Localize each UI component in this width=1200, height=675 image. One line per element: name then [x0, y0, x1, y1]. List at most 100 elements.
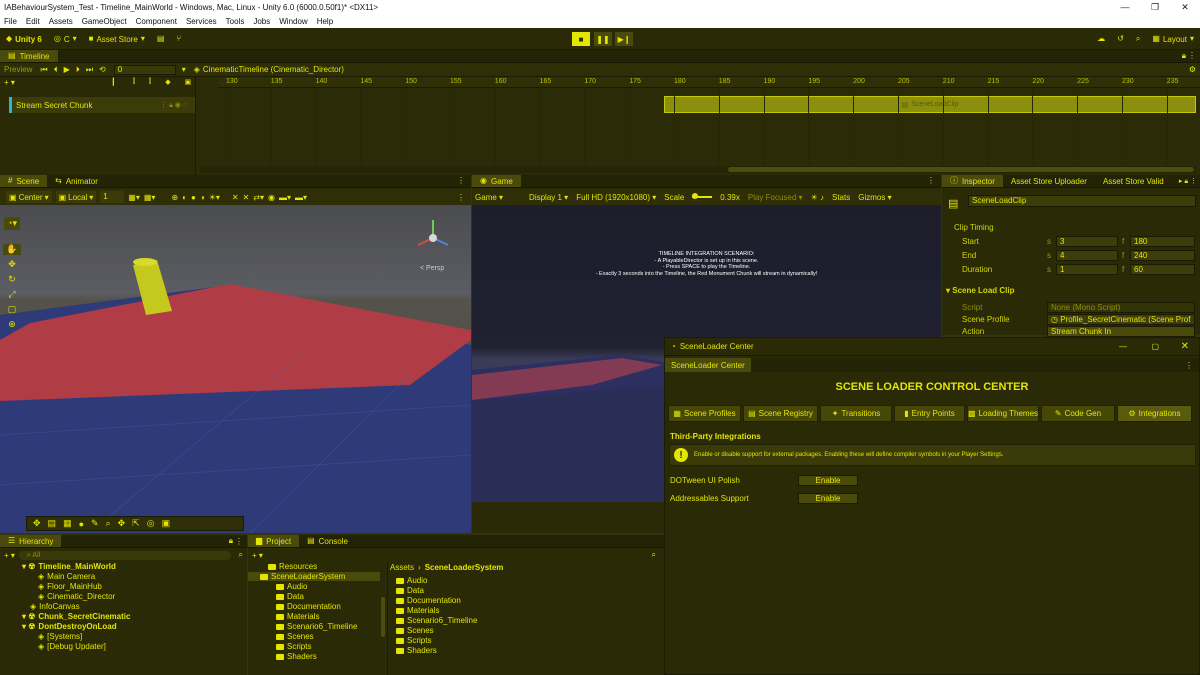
maximize-button[interactable]: ❐ — [1140, 0, 1170, 15]
effects-icon[interactable]: ☀▾ — [209, 193, 220, 202]
marker-icon[interactable]: ◆ — [165, 78, 170, 86]
director-label[interactable]: CinematicTimeline (Cinematic_Director) — [203, 65, 344, 74]
breadcrumb-current[interactable]: SceneLoaderSystem — [425, 563, 504, 572]
version-control-button[interactable]: ⑂ — [170, 28, 187, 50]
project-folder[interactable]: Shaders — [396, 646, 437, 655]
prev-frame-icon[interactable]: ⏴ — [54, 65, 58, 74]
hierarchy-item[interactable]: ◈ InfoCanvas — [30, 602, 80, 611]
snap-toggle-icon[interactable]: ▦▾ — [144, 193, 156, 202]
tree-scrollbar[interactable] — [381, 597, 385, 637]
tab-game[interactable]: ◉ Game — [472, 175, 521, 187]
project-folder[interactable]: Materials — [396, 606, 439, 615]
goto-end-icon[interactable]: ⏭ — [86, 65, 93, 74]
settings-gear-icon[interactable]: ⚙ — [1189, 65, 1196, 74]
action-dropdown[interactable]: Stream Chunk In — [1047, 326, 1195, 337]
sphere-tool-icon[interactable]: ● — [79, 519, 84, 529]
audio-mute-icon[interactable]: ✕ — [232, 193, 239, 202]
project-tree-item[interactable]: Materials — [276, 612, 319, 621]
tab-animator[interactable]: ⇆ Animator — [47, 175, 106, 187]
scene-load-clip-header[interactable]: ▾ Scene Load Clip — [946, 286, 1014, 295]
package-icon-button[interactable]: ▤ — [151, 28, 171, 50]
view-gizmo[interactable] — [410, 215, 456, 261]
tab-loading-themes[interactable]: ▩ Loading Themes — [967, 405, 1039, 422]
tab-inspector[interactable]: ⓘ Inspector — [942, 175, 1003, 187]
project-tree-item[interactable]: Resources — [268, 562, 317, 571]
tab-console[interactable]: ▤ Console — [299, 535, 356, 547]
menu-file[interactable]: File — [4, 17, 17, 26]
fx-icon[interactable]: ✕ — [243, 193, 250, 202]
draw-mode-icon[interactable]: ◐ — [182, 193, 187, 202]
project-folder[interactable]: Documentation — [396, 596, 461, 605]
frames-field[interactable]: 180 — [1130, 236, 1195, 247]
shading-icon[interactable]: ◑ — [200, 193, 205, 202]
seconds-field[interactable]: 1 — [1056, 264, 1118, 275]
menu-component[interactable]: Component — [136, 17, 177, 26]
project-folder[interactable]: Data — [396, 586, 424, 595]
tab-scene[interactable]: # Scene — [0, 175, 48, 187]
tab-integrations[interactable]: ⚙ Integrations — [1117, 405, 1192, 422]
play-focused-dropdown[interactable]: Play Focused ▾ — [748, 193, 803, 202]
undo-history-button[interactable]: ↺ — [1111, 28, 1130, 50]
project-folder[interactable]: Scenes — [396, 626, 434, 635]
seconds-field[interactable]: 4 — [1056, 250, 1118, 261]
grid-toggle-icon[interactable]: ▦▾ — [128, 193, 140, 202]
project-tree-item[interactable]: Shaders — [276, 652, 317, 661]
tab-asset-store-uploader[interactable]: Asset Store Uploader — [1003, 175, 1095, 187]
play-icon[interactable]: ▶ — [64, 65, 70, 74]
breadcrumb-assets[interactable]: Assets — [390, 563, 414, 572]
project-tree-item[interactable]: SceneLoaderSystem — [248, 572, 380, 581]
add-object-icon[interactable]: + ▾ — [4, 551, 15, 560]
hierarchy-item[interactable]: ◈ [Systems] — [38, 632, 82, 641]
timeline-scrollbar[interactable] — [200, 166, 1196, 173]
more-menu-icon[interactable]: ⋮ — [1188, 52, 1196, 60]
menu-help[interactable]: Help — [317, 17, 333, 26]
menu-jobs[interactable]: Jobs — [253, 17, 270, 26]
layout-dropdown[interactable]: ▦ Layout ▾ — [1146, 28, 1200, 50]
hierarchy-item[interactable]: ◈ [Debug Updater] — [38, 642, 106, 651]
globe-icon[interactable]: ⊕ — [171, 193, 178, 202]
seconds-field[interactable]: 3 — [1056, 236, 1118, 247]
hierarchy-search-input[interactable]: ⌕ All — [18, 550, 231, 560]
visibility-icon[interactable]: ◉ — [268, 193, 275, 202]
display-dropdown[interactable]: Display 1 ▾ — [529, 193, 568, 202]
search-icon[interactable]: ⌕ — [652, 550, 656, 560]
zoom-tool-icon[interactable]: ⌕ — [106, 518, 111, 529]
tab-timeline[interactable]: ▤ Timeline — [0, 50, 58, 62]
scale-slider[interactable] — [692, 193, 713, 199]
zoom-icon[interactable]: ▣ — [185, 78, 192, 86]
project-tree-item[interactable]: Scenario6_Timeline — [276, 622, 357, 631]
move-tool-icon[interactable]: ✥ — [8, 259, 16, 270]
object-name-field[interactable]: SceneLoadClip — [968, 195, 1196, 207]
brush-tool-icon[interactable]: ✎ — [91, 518, 99, 529]
tab-entry-points[interactable]: ▮ Entry Points — [894, 405, 965, 422]
project-tree-item[interactable]: Data — [276, 592, 304, 601]
curves-toggle-icon[interactable]: ▕▏ — [108, 78, 119, 86]
more-menu-icon[interactable]: ▸ 🔒︎ ⋮ — [1179, 177, 1197, 186]
project-tree-item[interactable]: Scripts — [276, 642, 311, 651]
rect-transform-icon[interactable]: ▢ — [8, 304, 17, 315]
custom-tool-icon[interactable]: ▣ — [162, 518, 171, 529]
gizmos-dropdown[interactable]: Gizmos ▾ — [858, 193, 891, 202]
menu-assets[interactable]: Assets — [49, 17, 73, 26]
hierarchy-scene[interactable]: ▾ ☢ Timeline_MainWorld — [22, 562, 116, 571]
rotate-tool-icon[interactable]: ◎ — [147, 518, 155, 529]
menu-window[interactable]: Window — [279, 17, 307, 26]
pause-button[interactable]: ❚❚ — [594, 32, 612, 46]
step-button[interactable]: ▶❙ — [615, 32, 633, 46]
hand-tool-icon[interactable]: ✋ — [3, 244, 21, 255]
project-tree-item[interactable]: Documentation — [276, 602, 341, 611]
menu-gameobject[interactable]: GameObject — [82, 17, 127, 26]
project-folder[interactable]: Scenario6_Timeline — [396, 616, 477, 625]
frames-field[interactable]: 60 — [1130, 264, 1195, 275]
snap-icon[interactable]: ⫿ — [133, 78, 135, 86]
rotate-tool-icon[interactable]: ↻ — [8, 274, 16, 285]
tab-scene-profiles[interactable]: ▦ Scene Profiles — [668, 405, 741, 422]
cloud-button[interactable]: ☁ — [1091, 28, 1111, 50]
lock-icon[interactable]: 🔒︎ — [229, 536, 233, 546]
tab-sceneloader-center[interactable]: SceneLoader Center — [665, 358, 751, 372]
tab-transitions[interactable]: ✦ Transitions — [820, 405, 892, 422]
ripple-icon[interactable]: ⫿ — [149, 78, 151, 86]
camera-icon[interactable]: ▬▾ — [279, 193, 291, 202]
pan-tool-icon[interactable]: ✥ — [118, 518, 126, 529]
stats-toggle[interactable]: Stats — [832, 193, 850, 202]
